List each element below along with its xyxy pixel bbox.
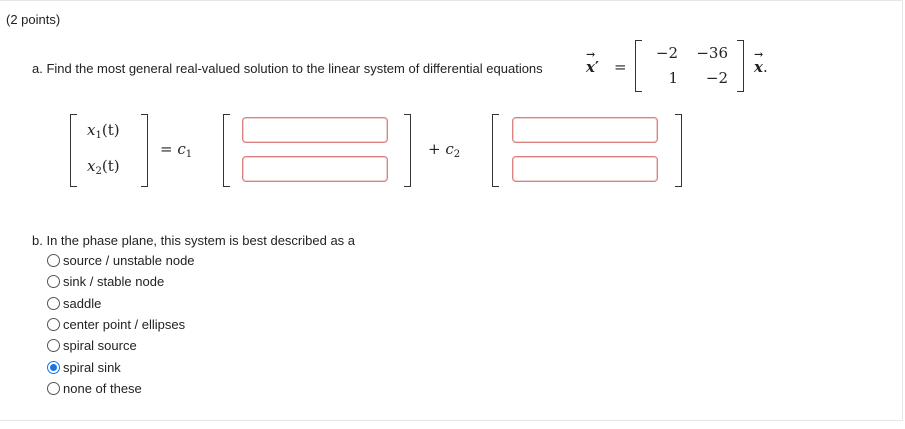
radio-button[interactable] bbox=[47, 382, 60, 395]
points-label: (2 points) bbox=[6, 12, 61, 27]
matrix-a12: −36 bbox=[696, 44, 728, 62]
matrix-left-bracket bbox=[635, 40, 642, 92]
option-spiral-source[interactable]: spiral source bbox=[47, 338, 137, 353]
option-none-of-these[interactable]: none of these bbox=[47, 381, 142, 396]
answer-input-4[interactable] bbox=[512, 156, 658, 182]
radio-button[interactable] bbox=[47, 254, 60, 267]
radio-button[interactable] bbox=[47, 318, 60, 331]
solution-left-bracket bbox=[70, 114, 77, 187]
matrix-a22: −2 bbox=[705, 69, 728, 87]
option-saddle[interactable]: saddle bbox=[47, 296, 101, 311]
radio-button-selected[interactable] bbox=[47, 361, 60, 374]
answer-input-3[interactable] bbox=[512, 117, 658, 143]
part-a-prompt: a. Find the most general real-valued sol… bbox=[32, 61, 543, 76]
option-source-unstable-node[interactable]: source / unstable node bbox=[47, 253, 195, 268]
vector1-left-bracket bbox=[223, 114, 230, 187]
matrix-a21: 1 bbox=[668, 69, 678, 87]
equals-sign: = bbox=[614, 58, 627, 76]
answer-input-1[interactable] bbox=[242, 117, 388, 143]
vector-arrow-icon: → bbox=[754, 48, 764, 61]
radio-button[interactable] bbox=[47, 297, 60, 310]
x-vector-rhs: → x. bbox=[754, 48, 768, 76]
vector1-right-bracket bbox=[404, 114, 411, 187]
answer-input-2[interactable] bbox=[242, 156, 388, 182]
option-spiral-sink[interactable]: spiral sink bbox=[47, 360, 121, 375]
vector-arrow-icon: → bbox=[586, 48, 596, 61]
radio-button[interactable] bbox=[47, 339, 60, 352]
vector2-right-bracket bbox=[675, 114, 682, 187]
x-vector-lhs: → x′ bbox=[586, 48, 599, 76]
option-center-point[interactable]: center point / ellipses bbox=[47, 317, 185, 332]
solution-right-bracket bbox=[141, 114, 148, 187]
vector2-left-bracket bbox=[492, 114, 499, 187]
x2-label: x2(t) bbox=[87, 157, 120, 177]
part-b-prompt: b. In the phase plane, this system is be… bbox=[32, 233, 356, 248]
matrix-a11: −2 bbox=[655, 44, 678, 62]
matrix-right-bracket bbox=[737, 40, 744, 92]
radio-button[interactable] bbox=[47, 275, 60, 288]
option-sink-stable-node[interactable]: sink / stable node bbox=[47, 274, 164, 289]
equals-c1: = c1 bbox=[160, 140, 193, 160]
plus-c2: + c2 bbox=[428, 140, 461, 160]
x1-label: x1(t) bbox=[87, 121, 120, 141]
